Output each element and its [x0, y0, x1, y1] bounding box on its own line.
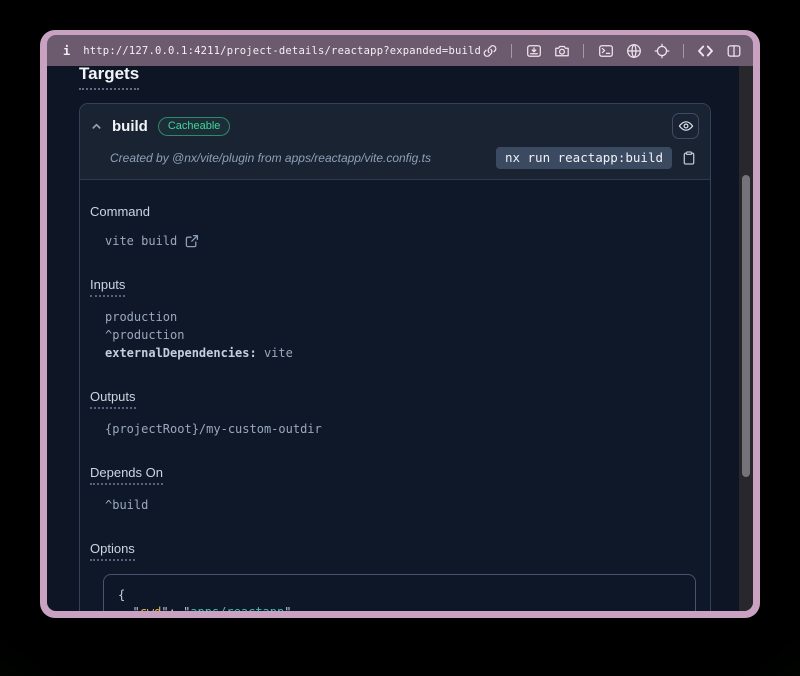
- terminal-icon[interactable]: [597, 42, 614, 59]
- project-details-page: Targets build Cacheable Created by @nx/v…: [47, 66, 753, 611]
- browser-window: i http://127.0.0.1:4211/project-details/…: [40, 30, 760, 618]
- created-by-note: Created by @nx/vite/plugin from apps/rea…: [110, 151, 431, 165]
- cacheable-badge: Cacheable: [158, 117, 231, 136]
- code-icon[interactable]: [697, 42, 714, 59]
- external-link-icon[interactable]: [185, 234, 199, 248]
- run-command-pill: nx run reactapp:build: [496, 147, 672, 169]
- output-item: {projectRoot}/my-custom-outdir: [105, 420, 698, 438]
- browser-toolbar: i http://127.0.0.1:4211/project-details/…: [47, 35, 753, 66]
- target-name: build: [112, 118, 148, 135]
- options-json-block: { "cwd": "apps/reactapp" }: [103, 574, 696, 611]
- globe-icon[interactable]: [625, 42, 642, 59]
- options-label: Options: [90, 541, 135, 561]
- depends-on-item: ^build: [105, 496, 698, 514]
- scrollbar-track[interactable]: [739, 66, 753, 611]
- toolbar-actions: [481, 42, 742, 59]
- json-value: apps/reactapp: [190, 605, 284, 611]
- outputs-label: Outputs: [90, 389, 136, 409]
- section-inputs: Inputs production ^production externalDe…: [90, 276, 698, 362]
- view-in-graph-button[interactable]: [672, 113, 699, 139]
- input-kv-value: vite: [264, 346, 293, 360]
- toolbar-separator: [511, 44, 512, 58]
- camera-icon[interactable]: [553, 42, 570, 59]
- section-command: Command vite build: [90, 203, 698, 250]
- section-options: Options { "cwd": "apps/reactapp" }: [90, 540, 698, 611]
- json-line: {: [118, 587, 681, 604]
- input-item: production: [105, 308, 698, 326]
- build-header-subrow: Created by @nx/vite/plugin from apps/rea…: [90, 147, 699, 169]
- target-card-build: build Cacheable Created by @nx/vite/plug…: [79, 103, 711, 611]
- build-card-body: Command vite build Inputs production ^pr…: [80, 180, 710, 611]
- json-line: "cwd": "apps/reactapp": [118, 604, 681, 611]
- section-depends-on: Depends On ^build: [90, 464, 698, 514]
- page-title: Targets: [79, 66, 139, 90]
- chevron-up-icon[interactable]: [90, 120, 103, 133]
- inputs-label: Inputs: [90, 277, 125, 297]
- split-view-icon[interactable]: [725, 42, 742, 59]
- scrollbar-thumb[interactable]: [742, 175, 750, 477]
- json-key: cwd: [140, 605, 162, 611]
- address-url[interactable]: http://127.0.0.1:4211/project-details/re…: [83, 45, 481, 57]
- input-item: ^production: [105, 326, 698, 344]
- depends-on-label: Depends On: [90, 465, 163, 485]
- build-card-header: build Cacheable Created by @nx/vite/plug…: [80, 104, 710, 180]
- section-outputs: Outputs {projectRoot}/my-custom-outdir: [90, 388, 698, 438]
- input-item: externalDependencies: vite: [105, 344, 698, 362]
- link-icon[interactable]: [481, 42, 498, 59]
- command-value: vite build: [105, 232, 177, 250]
- command-label: Command: [90, 204, 150, 219]
- info-icon: i: [63, 44, 70, 58]
- toolbar-separator: [583, 44, 584, 58]
- toolbar-separator: [683, 44, 684, 58]
- input-kv-key: externalDependencies:: [105, 346, 257, 360]
- download-icon[interactable]: [525, 42, 542, 59]
- build-header-row[interactable]: build Cacheable: [90, 113, 699, 139]
- copy-icon[interactable]: [681, 149, 697, 167]
- crosshair-icon[interactable]: [653, 42, 670, 59]
